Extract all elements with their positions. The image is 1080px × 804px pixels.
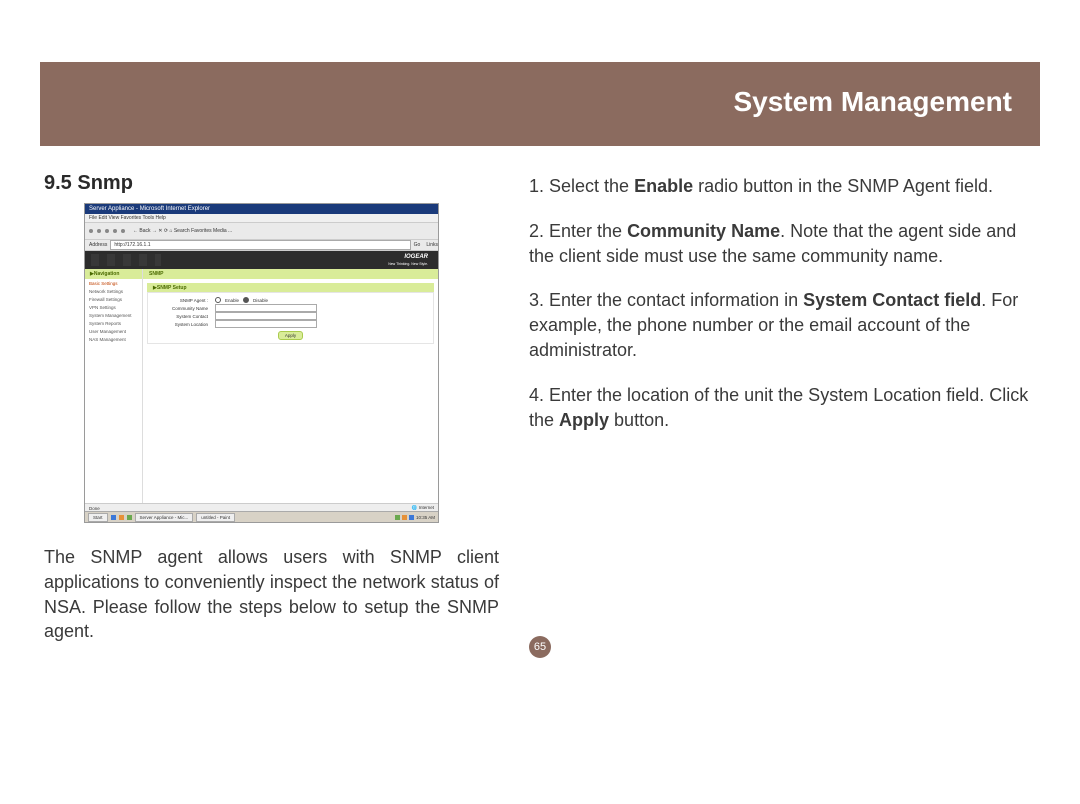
label-contact: System Contact [154,314,211,319]
embedded-screenshot: Server Appliance - Microsoft Internet Ex… [84,203,439,523]
taskbar-app-paint[interactable]: untitled - Paint [196,513,235,522]
input-location[interactable] [215,320,317,328]
steps-list: 1. Select the Enable radio button in the… [529,174,1036,433]
tray-icon[interactable] [395,515,400,520]
brand-tagline: New Thinking. New Style. [388,262,428,266]
address-input[interactable]: http://172.16.1.1 [110,240,410,250]
taskbar-app-browser[interactable]: Server Appliance - Mic... [135,513,194,522]
window-titlebar: Server Appliance - Microsoft Internet Ex… [85,204,438,214]
browser-toolbar: ← Back → ✕ ⟳ ⌂ Search Favorites Media ..… [85,223,438,240]
tray-clock: 10:35 AM [416,515,435,520]
sidebar-item-sysmgmt[interactable]: System Management [85,311,142,319]
status-left: Done [89,506,100,511]
tray-icon-2[interactable] [402,515,407,520]
step-1: 1. Select the Enable radio button in the… [529,174,1036,199]
sidebar-item-usermgmt[interactable]: User Management [85,327,142,335]
stop-icon[interactable] [105,229,109,233]
links-label: Links [426,242,438,248]
panel-header: ▶ SNMP Setup [147,283,434,292]
start-button[interactable]: Start [88,513,108,522]
apply-button[interactable]: Apply [278,331,303,340]
sidebar-item-firewall[interactable]: Firewall Settings [85,295,142,303]
window-menubar: File Edit View Favorites Tools Help [85,214,438,223]
sidebar-item-basic[interactable]: Basic Settings [85,279,142,287]
label-community: Community Name [154,306,211,311]
refresh-icon[interactable] [113,229,117,233]
radio-disable-label: Disable [253,298,268,303]
sidebar-item-reports[interactable]: System Reports [85,319,142,327]
step-2: 2. Enter the Community Name. Note that t… [529,219,1036,269]
app-banner: IOGEAR New Thinking. New Style. [85,251,438,269]
step-3: 3. Enter the contact information in Syst… [529,288,1036,362]
input-community[interactable] [215,304,317,312]
brand-logo: IOGEAR [404,254,428,260]
ql-icon-3[interactable] [127,515,132,520]
ql-icon-2[interactable] [119,515,124,520]
row-location: System Location [154,320,427,328]
radio-enable[interactable] [215,297,221,303]
label-snmp-agent: SNMP Agent : [154,298,211,303]
step-4: 4. Enter the location of the unit the Sy… [529,383,1036,433]
section-heading: 9.5 Snmp [44,172,499,195]
sidebar-item-vpn[interactable]: VPN Settings [85,303,142,311]
radio-enable-label: Enable [225,298,239,303]
toolbar-text: ← Back → ✕ ⟳ ⌂ Search Favorites Media ..… [133,228,232,234]
os-taskbar: Start Server Appliance - Mic... untitled… [85,511,438,522]
go-button[interactable]: Go [414,242,421,248]
sidebar-item-network[interactable]: Network Settings [85,287,142,295]
page-header-bar: System Management [40,62,1040,146]
sidebar-header: ▶ Navigation [85,269,142,279]
address-bar: Address http://172.16.1.1 Go Links [85,240,438,251]
back-icon[interactable] [89,229,93,233]
label-location: System Location [154,322,211,327]
tray-icon-3[interactable] [409,515,414,520]
sidebar-nav: ▶ Navigation Basic Settings Network Sett… [85,269,143,507]
address-label: Address [89,242,107,248]
forward-icon[interactable] [97,229,101,233]
sidebar-item-nas[interactable]: NAS Management [85,335,142,343]
ql-icon[interactable] [111,515,116,520]
row-community: Community Name [154,304,427,312]
main-header: SNMP [143,269,438,279]
page-header-title: System Management [733,86,1012,118]
page-number-badge: 65 [529,636,551,658]
input-contact[interactable] [215,312,317,320]
row-snmp-agent: SNMP Agent : Enable Disable [154,296,427,304]
row-contact: System Contact [154,312,427,320]
intro-paragraph: The SNMP agent allows users with SNMP cl… [44,545,499,644]
banner-art [91,254,161,266]
home-icon[interactable] [121,229,125,233]
radio-disable[interactable] [243,297,249,303]
